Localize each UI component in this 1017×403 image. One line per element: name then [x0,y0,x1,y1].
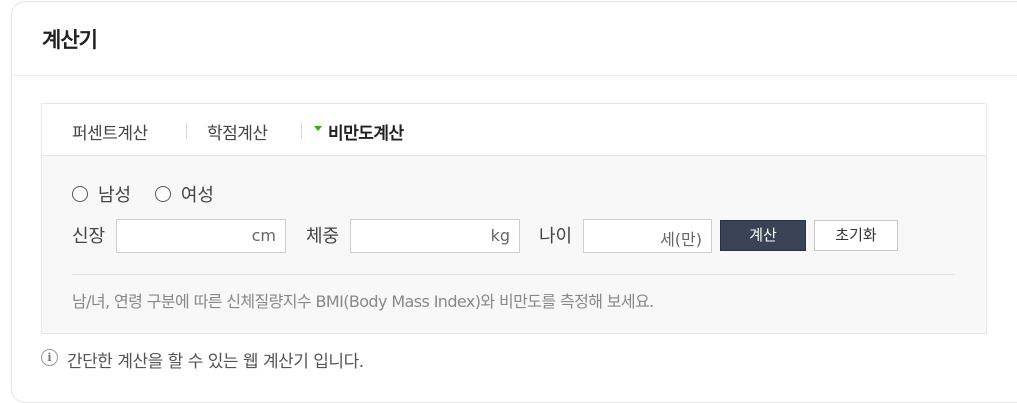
tab-percent[interactable]: 퍼센트계산 [72,119,148,144]
radio-circle-icon[interactable] [72,186,88,202]
radio-female-label: 여성 [180,185,214,206]
calculator-panel: 퍼센트계산 학점계산 비만도계산 남성 여성 신장 cm 체중 kg 나이 세(… [41,103,987,334]
tab-bar: 퍼센트계산 학점계산 비만도계산 [42,104,986,156]
gender-radio-group: 남성 여성 [72,181,232,207]
active-tab-arrow-icon [314,126,322,131]
weight-label: 체중 [306,226,340,247]
tab-bmi[interactable]: 비만도계산 [328,119,404,144]
tab-grade[interactable]: 학점계산 [207,119,268,144]
tab-separator [186,122,187,139]
card-divider [12,75,1017,76]
age-label: 나이 [539,226,573,247]
height-field[interactable]: cm [116,219,286,253]
age-field[interactable]: 세(만) [583,219,712,253]
tab-separator [301,122,302,139]
footnote-text: 간단한 계산을 할 수 있는 웹 계산기 입니다. [67,352,364,372]
reset-button[interactable]: 초기화 [814,220,898,251]
radio-male[interactable]: 남성 [72,181,131,207]
weight-unit: kg [490,226,510,245]
radio-male-label: 남성 [98,185,132,206]
panel-divider [72,274,955,275]
radio-circle-icon[interactable] [154,186,171,202]
radio-female[interactable]: 여성 [154,181,214,207]
info-icon: i [41,349,58,366]
card-title: 계산기 [42,28,98,52]
age-unit: 세(만) [660,230,702,249]
height-label: 신장 [72,226,106,247]
height-unit: cm [251,226,276,245]
bmi-description: 남/녀, 연령 구분에 따른 신체질량지수 BMI(Body Mass Inde… [72,292,654,311]
weight-field[interactable]: kg [350,219,520,253]
calculate-button[interactable]: 계산 [720,220,806,251]
